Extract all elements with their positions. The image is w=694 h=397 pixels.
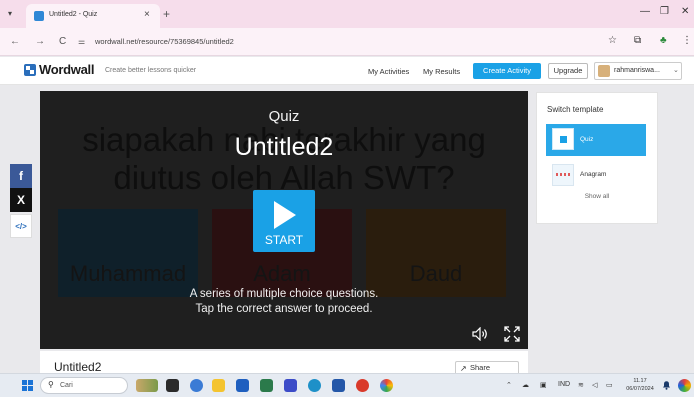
volume-icon[interactable]: ◁ xyxy=(592,381,597,389)
window-close-icon[interactable]: ✕ xyxy=(681,6,689,17)
game-player[interactable]: siapakah nabi terakhir yang diutus oleh … xyxy=(40,91,528,349)
browser-toolbar: ← → C ⚌ wordwall.net/resource/75369845/u… xyxy=(0,28,694,56)
template-anagram[interactable]: Anagram xyxy=(546,160,646,190)
create-activity-button[interactable]: Create Activity xyxy=(473,63,541,79)
tab-list-icon[interactable]: ▾ xyxy=(8,9,18,19)
tab-close-icon[interactable]: × xyxy=(144,9,150,20)
battery-icon[interactable]: ▭ xyxy=(606,381,613,389)
chevron-down-icon: ⌄ xyxy=(673,67,679,74)
quiz-template-icon xyxy=(552,128,574,150)
fullscreen-icon[interactable] xyxy=(504,326,520,342)
clock[interactable]: 11.17 06/07/2024 xyxy=(622,377,658,393)
wifi-icon[interactable]: ≋ xyxy=(578,381,584,389)
clock-date: 06/07/2024 xyxy=(626,386,654,392)
avatar xyxy=(598,65,610,77)
file-explorer-icon[interactable] xyxy=(212,379,225,392)
upgrade-button[interactable]: Upgrade xyxy=(548,63,588,79)
widgets-icon[interactable] xyxy=(136,379,158,392)
copilot-icon[interactable] xyxy=(678,379,691,392)
task-view-icon[interactable] xyxy=(166,379,179,392)
clock-time: 11.17 xyxy=(633,378,647,384)
user-menu[interactable]: rahmanriswa... ⌄ xyxy=(594,62,682,80)
share-rail: f X </> xyxy=(10,164,32,238)
switch-template-title: Switch template xyxy=(547,105,604,114)
site-logo[interactable]: Wordwall xyxy=(39,62,94,77)
language-indicator[interactable]: IND xyxy=(558,381,570,388)
site-tagline: Create better lessons quicker xyxy=(105,67,197,74)
app-icon[interactable] xyxy=(284,379,297,392)
activity-type: Quiz xyxy=(268,108,300,125)
activity-info: Untitled2 ↗ Share xyxy=(40,351,528,375)
app-icon[interactable] xyxy=(332,379,345,392)
template-label: Quiz xyxy=(580,136,594,143)
activity-title: Untitled2 xyxy=(234,133,334,161)
app-tray-icon[interactable]: ▣ xyxy=(540,381,547,389)
template-label: Anagram xyxy=(580,171,607,178)
taskbar-search[interactable]: ⚲ Cari xyxy=(40,377,128,394)
wordwall-logo-icon[interactable] xyxy=(24,64,36,76)
bookmark-star-icon[interactable]: ☆ xyxy=(608,35,617,46)
switch-template-panel: Switch template Quiz Anagram Show all xyxy=(536,92,658,224)
site-info-icon[interactable]: ⚌ xyxy=(78,37,85,46)
start-button[interactable]: START xyxy=(253,190,315,252)
description-line: A series of multiple choice questions. xyxy=(189,288,379,300)
address-bar[interactable]: wordwall.net/resource/75369845/untitled2 xyxy=(95,37,234,46)
wordwall-favicon-icon xyxy=(34,11,44,21)
browser-tab[interactable]: Untitled2 - Quiz × xyxy=(26,4,160,28)
browser-tab-strip: ▾ Untitled2 - Quiz × + — ❐ ✕ xyxy=(0,0,694,28)
site-header: Wordwall Create better lessons quicker M… xyxy=(0,57,694,85)
notification-bell-icon[interactable] xyxy=(662,380,671,390)
anagram-template-icon xyxy=(552,164,574,186)
edge-icon[interactable] xyxy=(308,379,321,392)
profile-icon[interactable]: ♣ xyxy=(660,35,667,46)
chrome-icon[interactable] xyxy=(380,379,393,392)
app-icon[interactable] xyxy=(236,379,249,392)
my-activities-link[interactable]: My Activities xyxy=(368,67,409,76)
share-label: Share xyxy=(470,363,491,372)
sound-icon[interactable] xyxy=(472,327,488,341)
minimize-icon[interactable]: — xyxy=(640,6,650,17)
x-share-icon[interactable]: X xyxy=(10,188,32,212)
show-all-link[interactable]: Show all xyxy=(537,193,657,200)
embed-icon[interactable]: </> xyxy=(10,214,32,238)
windows-start-icon[interactable] xyxy=(22,380,33,391)
description-line: Tap the correct answer to proceed. xyxy=(195,303,373,315)
forward-icon[interactable]: → xyxy=(35,36,45,47)
activity-description: A series of multiple choice questions. T… xyxy=(40,287,528,317)
restore-icon[interactable]: ❐ xyxy=(660,6,669,17)
back-icon[interactable]: ← xyxy=(10,36,20,47)
search-icon: ⚲ xyxy=(48,380,54,389)
reload-icon[interactable]: C xyxy=(59,36,66,47)
my-results-link[interactable]: My Results xyxy=(423,67,460,76)
browser-menu-icon[interactable]: ⋮ xyxy=(682,35,692,46)
start-label: START xyxy=(264,233,304,247)
user-name: rahmanriswa... xyxy=(614,67,660,74)
activity-info-title: Untitled2 xyxy=(54,360,102,374)
app-icon[interactable] xyxy=(356,379,369,392)
extensions-icon[interactable]: ⧉ xyxy=(634,35,641,46)
search-input[interactable]: Cari xyxy=(60,382,73,389)
app-icon[interactable] xyxy=(260,379,273,392)
facebook-share-icon[interactable]: f xyxy=(10,164,32,188)
template-quiz[interactable]: Quiz xyxy=(546,124,646,156)
taskbar: ⚲ Cari ⌃ ☁ ▣ IND ≋ ◁ ▭ 11.17 06/07/2024 xyxy=(0,373,694,397)
cloud-icon[interactable]: ☁ xyxy=(522,381,529,389)
app-icon[interactable] xyxy=(190,379,203,392)
chevron-up-icon[interactable]: ⌃ xyxy=(506,381,512,389)
play-icon xyxy=(274,201,296,229)
tab-title: Untitled2 - Quiz xyxy=(49,11,98,18)
new-tab-button[interactable]: + xyxy=(163,7,170,21)
